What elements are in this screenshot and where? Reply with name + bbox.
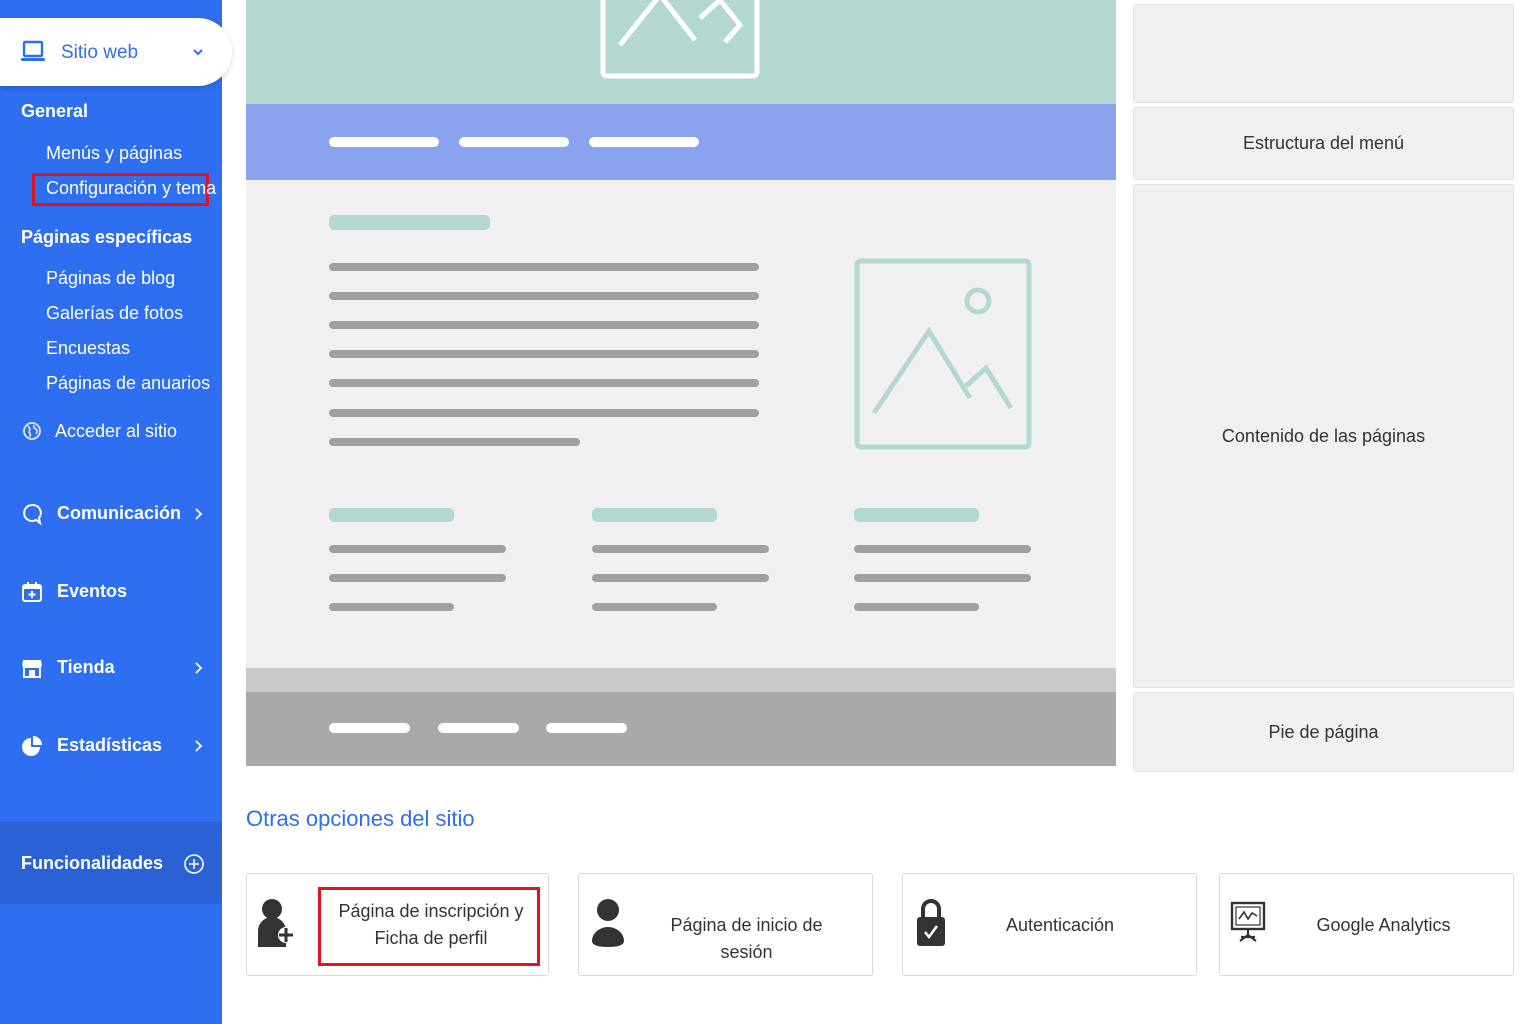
sidebar-item-blog[interactable]: Páginas de blog — [46, 268, 175, 289]
google-analytics-card[interactable]: Google Analytics — [1219, 873, 1514, 976]
sidebar: Sitio web General Menús y páginas Config… — [0, 0, 232, 1024]
access-site-link[interactable]: Acceder al sitio — [0, 416, 222, 450]
image-placeholder-icon — [600, 0, 760, 79]
chevron-down-icon — [193, 49, 203, 56]
sidebar-item-surveys[interactable]: Encuestas — [46, 338, 130, 359]
login-page-card[interactable]: Página de inicio de sesión — [578, 873, 873, 976]
signup-profile-label: Página de inscripción y Ficha de perfil — [338, 901, 524, 948]
nav-stats[interactable]: Estadísticas — [0, 726, 222, 766]
calendar-icon — [22, 582, 42, 602]
features-bar[interactable]: Funcionalidades — [0, 822, 222, 904]
user-add-icon — [258, 899, 294, 947]
nav-events[interactable]: Eventos — [0, 572, 222, 612]
general-heading: General — [21, 101, 89, 121]
nav-shop-label: Tienda — [57, 657, 115, 677]
lock-icon — [917, 899, 945, 946]
app-root: Sitio web General Menús y páginas Config… — [0, 0, 1536, 1024]
site-preview — [246, 0, 1116, 766]
structure-menu-panel[interactable]: Estructura del menú — [1133, 107, 1514, 180]
structure-header-panel[interactable] — [1133, 4, 1514, 103]
preview-divider — [246, 668, 1116, 692]
structure-footer-label: Pie de página — [1268, 721, 1379, 742]
structure-footer-panel[interactable]: Pie de página — [1133, 692, 1514, 772]
other-options-title: Otras opciones del sitio — [246, 806, 475, 831]
chevron-right-icon — [195, 508, 203, 520]
sidebar-item-config-theme[interactable]: Configuración y tema — [46, 178, 216, 199]
features-label: Funcionalidades — [21, 853, 164, 873]
pie-chart-icon — [22, 736, 42, 756]
preview-nav — [246, 104, 1116, 180]
image-placeholder-icon — [854, 258, 1032, 450]
signup-profile-card[interactable]: Página de inscripción y Ficha de perfil — [246, 873, 549, 976]
structure-content-label: Contenido de las páginas — [1221, 425, 1426, 446]
monitor-chart-icon — [1230, 901, 1266, 942]
sidebar-item-galleries[interactable]: Galerías de fotos — [46, 303, 183, 324]
nav-stats-label: Estadísticas — [57, 735, 163, 755]
sidebar-item-directories[interactable]: Páginas de anuarios — [46, 373, 210, 394]
preview-header-banner — [246, 0, 1116, 104]
access-site-label: Acceder al sitio — [55, 421, 178, 441]
structure-content-panel[interactable]: Contenido de las páginas — [1133, 184, 1514, 688]
auth-label: Autenticación — [1005, 915, 1115, 935]
user-icon — [592, 899, 624, 947]
preview-content — [246, 180, 1116, 668]
auth-card[interactable]: Autenticación — [902, 873, 1197, 976]
nav-communication-label: Comunicación — [57, 503, 182, 523]
site-selector-label: Sitio web — [61, 42, 139, 63]
structure-menu-label: Estructura del menú — [1242, 133, 1405, 153]
specific-pages-heading: Páginas específicas — [21, 227, 193, 247]
nav-shop[interactable]: Tienda — [0, 648, 222, 688]
chat-icon — [23, 503, 42, 526]
sidebar-item-menus[interactable]: Menús y páginas — [46, 143, 182, 164]
nav-communication[interactable]: Comunicación — [0, 494, 222, 534]
chevron-right-icon — [195, 740, 203, 752]
preview-footer — [246, 692, 1116, 766]
google-analytics-label: Google Analytics — [1316, 915, 1451, 935]
plus-circle-icon[interactable] — [183, 853, 205, 875]
laptop-icon — [21, 40, 45, 61]
site-selector[interactable]: Sitio web — [0, 18, 232, 86]
nav-events-label: Eventos — [57, 581, 128, 601]
globe-icon — [23, 422, 41, 440]
store-icon — [22, 660, 42, 678]
login-page-label: Página de inicio de sesión — [670, 915, 823, 962]
chevron-right-icon — [195, 662, 203, 674]
